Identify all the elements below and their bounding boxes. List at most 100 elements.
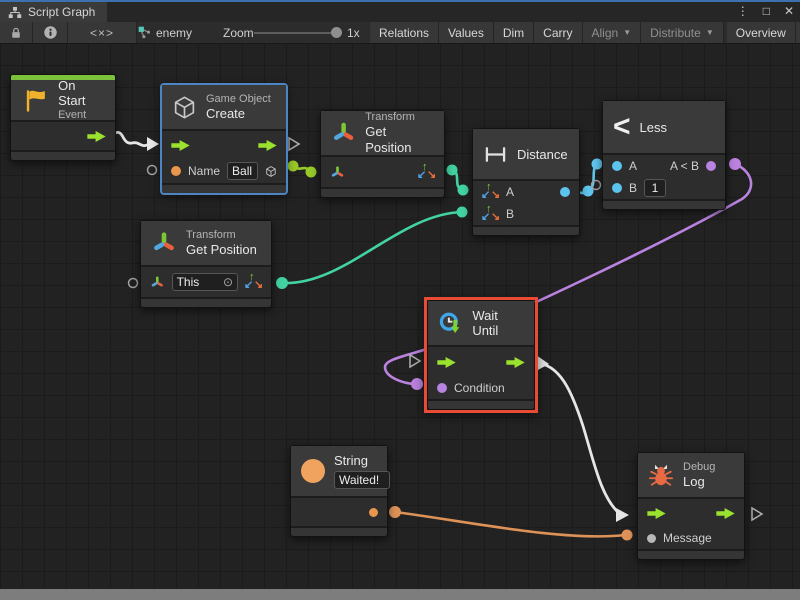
node-footer — [11, 150, 115, 160]
node-wait-until[interactable]: Wait Until Condition — [427, 300, 535, 410]
window-bottom-edge — [0, 589, 800, 600]
overview-button[interactable]: Overview — [727, 22, 796, 43]
values-button[interactable]: Values — [439, 22, 494, 43]
flow-out-port[interactable] — [716, 508, 735, 519]
node-footer — [603, 199, 725, 209]
zoom-slider-track[interactable] — [254, 32, 338, 34]
value-row: ↑↙↘ B — [473, 203, 579, 225]
port-label: A — [506, 185, 514, 199]
node-subtitle: Event — [58, 109, 105, 122]
string-value-field[interactable]: Waited! — [334, 471, 390, 489]
less-a-in-port[interactable] — [612, 161, 622, 171]
node-header: Distance — [473, 129, 579, 181]
condition-in-port[interactable] — [437, 383, 447, 393]
node-footer — [141, 297, 271, 307]
relations-button[interactable]: Relations — [370, 22, 439, 43]
less-b-in-port[interactable] — [612, 183, 622, 193]
node-title: On Start — [58, 78, 105, 109]
node-get-position-b[interactable]: Transform Get Position This ⊙ ↑↙↘ — [140, 220, 272, 308]
port-label: B — [506, 207, 514, 221]
value-row: This ⊙ ↑↙↘ — [141, 267, 271, 297]
graph-name[interactable]: enemy — [138, 22, 192, 43]
name-input-port[interactable] — [171, 166, 181, 176]
chevron-down-icon: ▼ — [623, 28, 631, 37]
node-title: String — [334, 453, 390, 469]
node-header: Transform Get Position — [141, 221, 271, 267]
unconnected-value-indicator[interactable] — [148, 166, 157, 175]
flow-out-port[interactable] — [87, 131, 106, 142]
distance-out-port[interactable] — [560, 187, 570, 197]
code-view-button[interactable]: <×> — [68, 22, 137, 43]
flow-row — [11, 122, 115, 150]
value-row: Name Ball — [162, 159, 286, 183]
port-label: B — [629, 181, 637, 195]
b-value-field[interactable]: 1 — [644, 179, 666, 197]
flow-in-port[interactable] — [437, 357, 456, 368]
maximize-icon[interactable]: □ — [763, 4, 770, 18]
target-value-field[interactable]: This ⊙ — [172, 273, 238, 291]
value-row: Condition — [428, 377, 534, 399]
lock-icon — [9, 26, 23, 40]
node-create-gameobject[interactable]: Game Object Create Name Ball — [161, 84, 287, 194]
transform-icon — [151, 230, 177, 256]
vector3-in-port[interactable]: ↑↙↘ — [482, 206, 499, 222]
string-out-port[interactable] — [369, 508, 378, 517]
dim-button[interactable]: Dim — [494, 22, 534, 43]
carry-button[interactable]: Carry — [534, 22, 582, 43]
chevron-down-icon: ▼ — [706, 28, 714, 37]
wire-end-dot — [288, 161, 299, 172]
vector3-out-port[interactable]: ↑↙↘ — [418, 164, 435, 180]
node-header: < Less — [603, 101, 725, 155]
menu-icon[interactable]: ⋮ — [737, 4, 749, 18]
distance-icon — [483, 144, 508, 165]
graph-asset-icon — [138, 26, 151, 39]
close-icon[interactable]: ✕ — [784, 4, 794, 18]
full-screen-button[interactable]: Full Screen — [796, 22, 800, 43]
node-get-position-a[interactable]: Transform Get Position ↑↙↘ — [320, 110, 445, 198]
vector3-out-port[interactable]: ↑↙↘ — [245, 274, 262, 290]
wire-end-dot — [457, 207, 468, 218]
vector3-in-port[interactable]: ↑↙↘ — [482, 184, 499, 200]
align-dropdown[interactable]: Align▼ — [583, 22, 642, 43]
node-debug-log[interactable]: Debug Log Message — [637, 452, 745, 560]
graph-toolbar: <×> enemy Zoom 1x Relations Values Dim C… — [0, 22, 800, 44]
node-header: Transform Get Position — [321, 111, 444, 157]
less-out-port[interactable] — [706, 161, 716, 171]
value-row: Message — [638, 527, 744, 549]
node-less[interactable]: < Less A A < B B 1 — [602, 100, 726, 210]
wire-end-dot — [411, 378, 423, 390]
transform-in-port[interactable] — [150, 275, 165, 290]
flow-out-port[interactable] — [258, 140, 277, 151]
zoom-slider-knob[interactable] — [331, 27, 342, 38]
wire-getposition-distance-b[interactable] — [282, 212, 462, 283]
name-value-field[interactable]: Ball — [227, 162, 258, 180]
transform-in-port[interactable] — [330, 165, 345, 180]
wire-waituntil-log[interactable] — [536, 363, 620, 514]
distribute-dropdown[interactable]: Distribute▼ — [641, 22, 724, 43]
tab-script-graph[interactable]: Script Graph — [0, 2, 107, 22]
node-string[interactable]: String Waited! — [290, 445, 388, 537]
game-object-cube-icon — [172, 95, 197, 120]
flow-out-port[interactable] — [506, 357, 525, 368]
zoom-value: 1x — [347, 22, 360, 43]
unconnected-flow-indicator[interactable] — [289, 138, 299, 150]
wire-end-dot — [389, 506, 401, 518]
unconnected-flow-indicator[interactable] — [752, 508, 762, 520]
node-distance[interactable]: Distance ↑↙↘ A ↑↙↘ B — [472, 128, 580, 236]
lock-button[interactable] — [0, 22, 33, 43]
wire-string-log[interactable] — [395, 512, 625, 536]
node-on-start[interactable]: On Start Event — [10, 74, 116, 161]
port-label: Name — [188, 164, 220, 178]
unconnected-value-indicator[interactable] — [129, 279, 138, 288]
wire-onstart-create[interactable] — [115, 132, 149, 145]
message-in-port[interactable] — [647, 534, 656, 543]
flow-in-port[interactable] — [647, 508, 666, 519]
info-button[interactable] — [33, 22, 68, 43]
game-object-out-port[interactable] — [265, 163, 277, 180]
node-footer — [638, 549, 744, 559]
object-picker-icon[interactable]: ⊙ — [223, 275, 233, 289]
flow-in-port[interactable] — [171, 140, 190, 151]
output-label: A < B — [670, 159, 699, 173]
unconnected-flow-indicator[interactable] — [410, 355, 420, 367]
wire-end-dot — [306, 167, 317, 178]
